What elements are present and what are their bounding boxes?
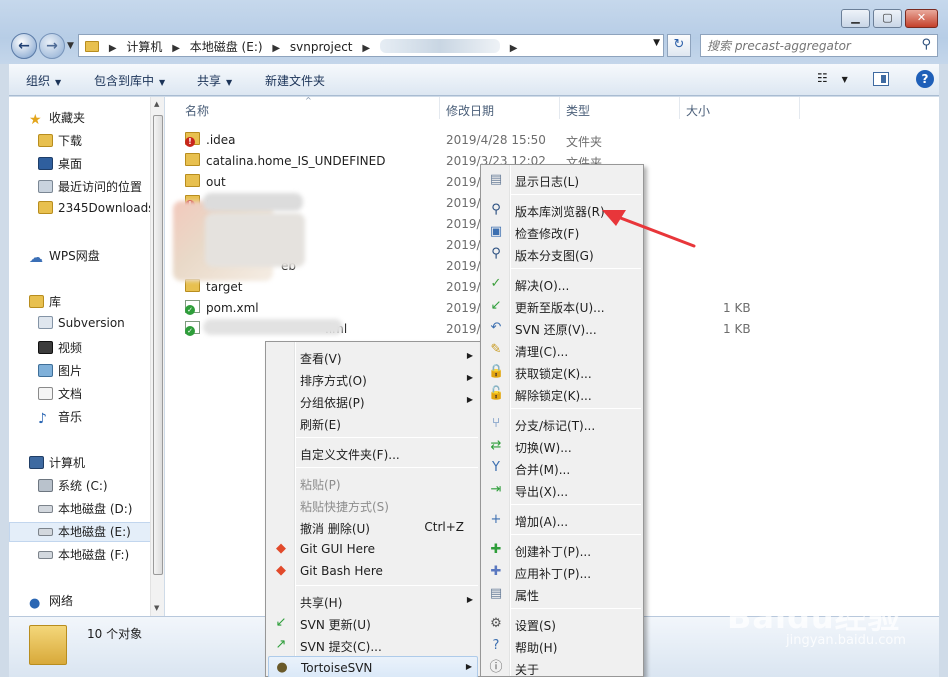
watermark-url: jingyan.baidu.com [786, 633, 906, 648]
baidu-watermark-logo: Baidu经验 [727, 598, 901, 636]
annotation-arrow [602, 210, 696, 248]
